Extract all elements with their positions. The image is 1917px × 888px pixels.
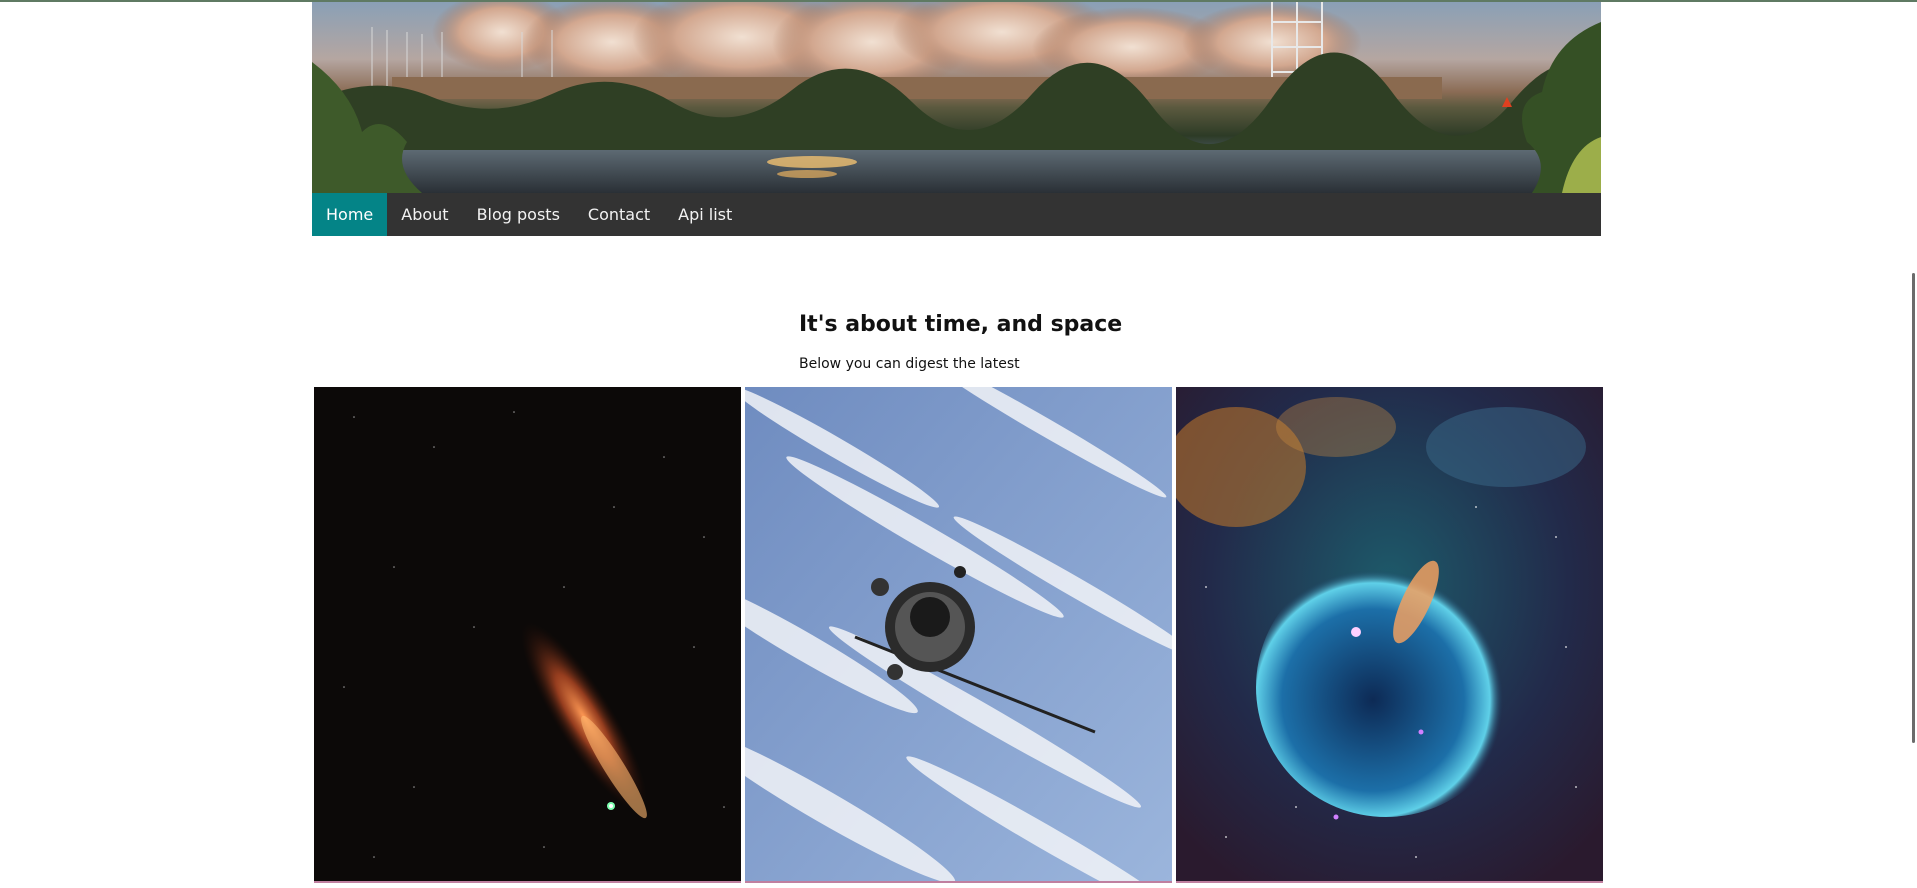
nebula-image[interactable] — [1176, 387, 1603, 883]
nav-item-api-list[interactable]: Api list — [664, 193, 746, 236]
page-scrollbar[interactable] — [1912, 273, 1915, 743]
nav-item-home[interactable]: Home — [312, 193, 388, 236]
nav-item-contact[interactable]: Contact — [574, 193, 664, 236]
satellite-image[interactable] — [745, 387, 1172, 883]
main-navigation: Home About Blog posts Contact Api list — [312, 193, 1601, 236]
comet-image[interactable] — [314, 387, 741, 883]
page-container: Home About Blog posts Contact Api list — [312, 2, 1601, 236]
page-title: It's about time, and space — [799, 312, 1123, 337]
nav-item-about[interactable]: About — [387, 193, 462, 236]
image-gallery — [314, 387, 1603, 883]
header-banner-image — [312, 2, 1601, 193]
nav-item-blog-posts[interactable]: Blog posts — [463, 193, 574, 236]
page-subtitle: Below you can digest the latest — [799, 356, 1020, 372]
